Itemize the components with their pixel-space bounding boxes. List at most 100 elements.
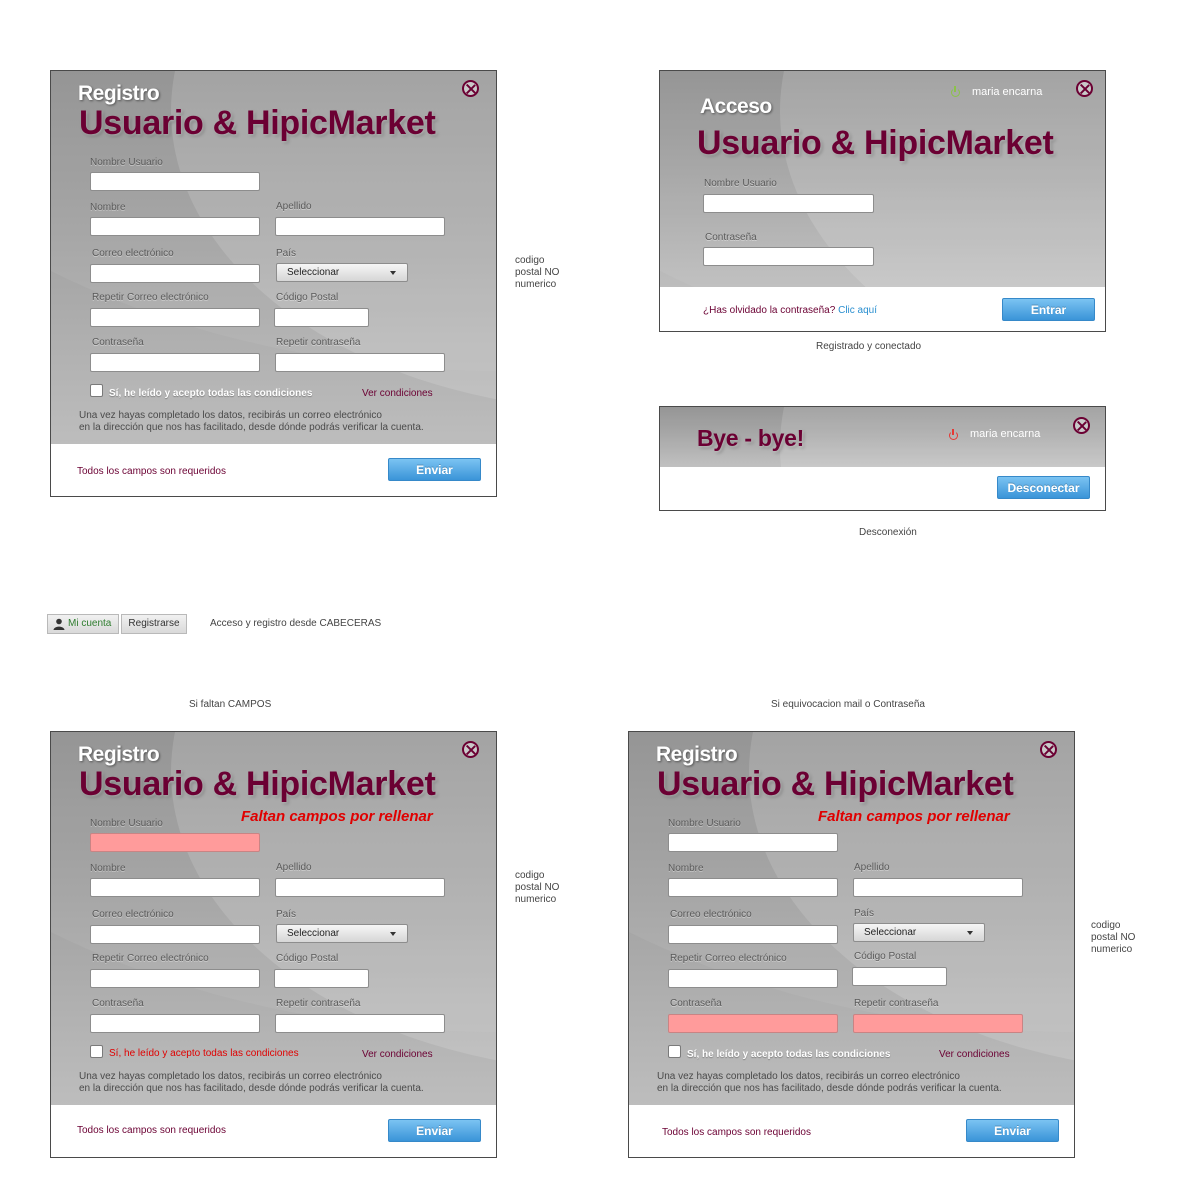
pais-select[interactable]: Seleccionar [276, 263, 408, 282]
close-icon[interactable] [462, 80, 479, 97]
label-pais: País [854, 908, 875, 919]
condiciones-text: Sí, he leído y acepto todas las condicio… [687, 1049, 891, 1060]
entrar-button[interactable]: Entrar [1002, 298, 1095, 321]
nombre-input[interactable] [668, 878, 838, 897]
power-icon [951, 86, 960, 97]
apellido-input[interactable] [853, 878, 1023, 897]
label-repetir-correo: Repetir Correo electrónico [670, 953, 787, 964]
desconectar-button[interactable]: Desconectar [997, 476, 1090, 499]
label-nombre: Nombre [668, 863, 704, 874]
pais-select-value: Seleccionar [287, 267, 340, 278]
pais-select[interactable]: Seleccionar [276, 924, 408, 943]
ver-condiciones-link[interactable]: Ver condiciones [362, 388, 433, 399]
close-icon[interactable] [1073, 417, 1090, 434]
label-repetir-correo: Repetir Correo electrónico [92, 953, 209, 964]
close-icon[interactable] [1040, 741, 1057, 758]
power-icon [949, 429, 958, 440]
bye-title: Bye - bye! [697, 425, 804, 451]
pais-select[interactable]: Seleccionar [853, 923, 985, 942]
apellido-input[interactable] [275, 878, 445, 897]
codigo-postal-input[interactable] [274, 308, 369, 327]
contrasena-input[interactable] [703, 247, 874, 266]
enviar-button[interactable]: Enviar [966, 1119, 1059, 1142]
correo-input[interactable] [90, 264, 260, 283]
info-line-2: en la dirección que nos has facilitado, … [79, 422, 424, 433]
chevron-down-icon [390, 271, 396, 275]
label-nombre: Nombre [90, 202, 126, 213]
pais-select-value: Seleccionar [864, 927, 917, 938]
nombre-usuario-input[interactable] [668, 833, 838, 852]
label-correo: Correo electrónico [670, 909, 752, 920]
label-repetir-contrasena: Repetir contraseña [276, 998, 361, 1009]
note-codigo-postal: codigo postal NO numerico [515, 870, 560, 905]
enviar-button[interactable]: Enviar [388, 1119, 481, 1142]
label-repetir-contrasena: Repetir contraseña [854, 998, 939, 1009]
codigo-postal-input[interactable] [852, 967, 947, 986]
ver-condiciones-link[interactable]: Ver condiciones [939, 1049, 1010, 1060]
panel-big-title: Usuario & HipicMarket [697, 124, 1054, 162]
panel-small-title: Registro [78, 743, 160, 766]
apellido-input[interactable] [275, 217, 445, 236]
usuario-input[interactable] [703, 194, 874, 213]
contrasena-input[interactable] [90, 353, 260, 372]
nombre-input[interactable] [90, 878, 260, 897]
contrasena-input[interactable] [668, 1014, 838, 1033]
registro-equivocacion-panel: Registro Usuario & HipicMarket Faltan ca… [628, 731, 1075, 1158]
registro-faltan-panel: Registro Usuario & HipicMarket Faltan ca… [50, 731, 497, 1158]
panel-small-title: Registro [78, 82, 160, 105]
repetir-contrasena-input[interactable] [275, 1014, 445, 1033]
requeridos-text: Todos los campos son requeridos [77, 1125, 226, 1136]
panel-big-title: Usuario & HipicMarket [79, 104, 436, 142]
correo-input[interactable] [668, 925, 838, 944]
repetir-contrasena-input[interactable] [275, 353, 445, 372]
condiciones-checkbox[interactable] [90, 1045, 103, 1058]
close-icon[interactable] [1076, 80, 1093, 97]
bye-panel: Bye - bye! maria encarna Desconectar [659, 406, 1106, 511]
condiciones-checkbox[interactable] [90, 384, 103, 397]
info-line-1: Una vez hayas completado los datos, reci… [79, 410, 382, 421]
panel-big-title: Usuario & HipicMarket [79, 765, 436, 803]
label-apellido: Apellido [854, 862, 890, 873]
label-apellido: Apellido [276, 201, 312, 212]
nombre-usuario-input[interactable] [90, 172, 260, 191]
chevron-down-icon [967, 931, 973, 935]
panel-small-title: Acceso [700, 95, 772, 118]
caption-cabeceras: Acceso y registro desde CABECERAS [210, 618, 382, 629]
label-contrasena: Contraseña [670, 998, 722, 1009]
chevron-down-icon [390, 932, 396, 936]
registrarse-button[interactable]: Registrarse [121, 614, 187, 634]
registro-panel: Registro Usuario & HipicMarket Nombre Us… [50, 70, 497, 497]
user-name: maria encarna [972, 86, 1043, 98]
error-message: Faltan campos por rellenar [241, 808, 433, 825]
requeridos-text: Todos los campos son requeridos [77, 466, 226, 477]
power-stem [954, 86, 956, 92]
ver-condiciones-link[interactable]: Ver condiciones [362, 1049, 433, 1060]
label-nombre-usuario: Nombre Usuario [668, 818, 741, 829]
mi-cuenta-button[interactable]: Mi cuenta [47, 614, 119, 634]
nombre-usuario-input[interactable] [90, 833, 260, 852]
user-icon [53, 618, 65, 630]
forgot-password-text: ¿Has olvidado la contraseña? Clic aquí [703, 305, 877, 316]
enviar-button[interactable]: Enviar [388, 458, 481, 481]
caption-equivocacion: Si equivocacion mail o Contraseña [771, 699, 925, 710]
label-apellido: Apellido [276, 862, 312, 873]
condiciones-text: Sí, he leído y acepto todas las condicio… [109, 388, 313, 399]
label-pais: País [276, 909, 297, 920]
condiciones-checkbox[interactable] [668, 1045, 681, 1058]
repetir-contrasena-input[interactable] [853, 1014, 1023, 1033]
codigo-postal-input[interactable] [274, 969, 369, 988]
label-nombre: Nombre [90, 863, 126, 874]
repetir-correo-input[interactable] [90, 969, 260, 988]
label-nombre-usuario: Nombre Usuario [704, 178, 777, 189]
close-icon[interactable] [462, 741, 479, 758]
panel-small-title: Registro [656, 743, 738, 766]
repetir-correo-input[interactable] [668, 969, 838, 988]
correo-input[interactable] [90, 925, 260, 944]
error-message: Faltan campos por rellenar [818, 808, 1010, 825]
repetir-correo-input[interactable] [90, 308, 260, 327]
label-nombre-usuario: Nombre Usuario [90, 818, 163, 829]
contrasena-input[interactable] [90, 1014, 260, 1033]
nombre-input[interactable] [90, 217, 260, 236]
label-contrasena: Contraseña [92, 998, 144, 1009]
clic-aqui-link[interactable]: Clic aquí [838, 305, 877, 316]
